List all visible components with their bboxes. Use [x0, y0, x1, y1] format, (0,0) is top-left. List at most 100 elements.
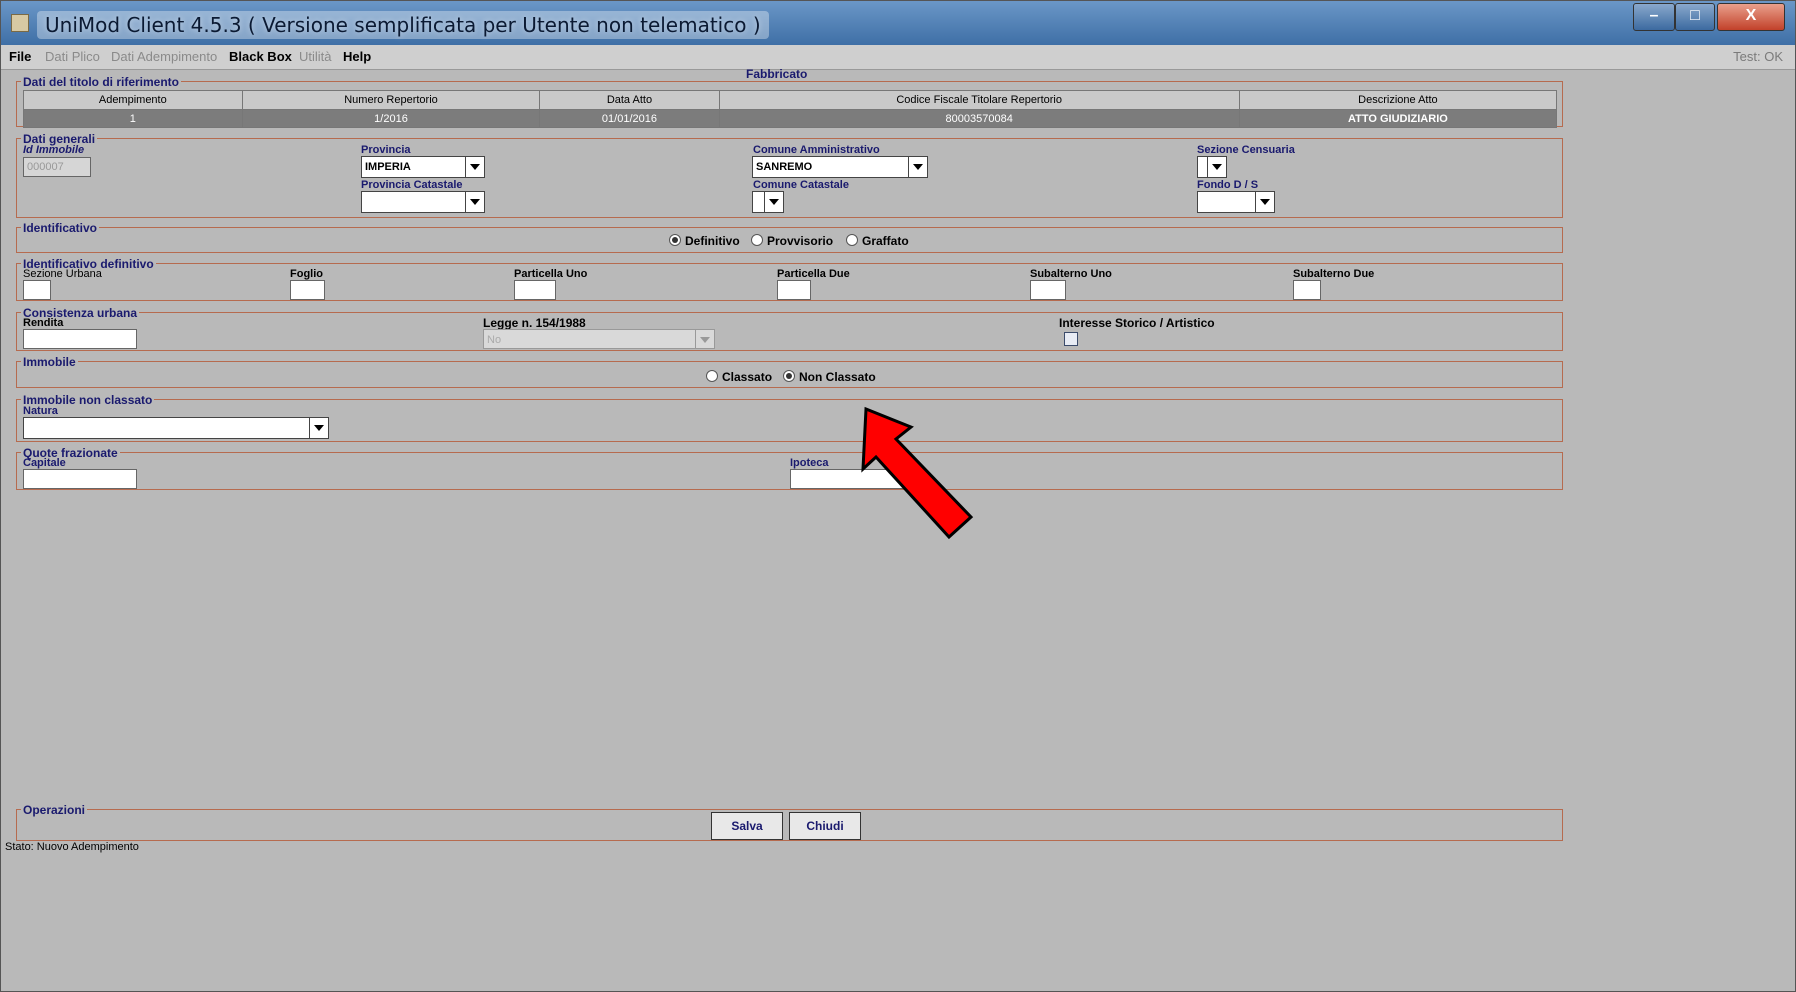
radio-provvisorio[interactable]: Provvisorio	[751, 234, 833, 248]
particella-uno-label: Particella Uno	[514, 268, 588, 280]
menu-dati-plico[interactable]: Dati Plico	[45, 49, 100, 64]
subalterno-due-field[interactable]	[1293, 280, 1321, 300]
comune-catastale-label: Comune Catastale	[753, 179, 849, 191]
foglio-label: Foglio	[290, 268, 323, 280]
chevron-down-icon[interactable]	[465, 157, 484, 177]
interesse-label: Interesse Storico / Artistico	[1059, 316, 1215, 330]
sezione-censuaria-label: Sezione Censuaria	[1197, 144, 1295, 156]
maximize-button[interactable]: □	[1675, 3, 1715, 31]
maximize-icon: □	[1690, 7, 1700, 24]
foglio-field[interactable]	[290, 280, 325, 300]
title-bar[interactable]: UniMod Client 4.5.3 ( Versione semplific…	[1, 1, 1795, 45]
radio-label: Provvisorio	[767, 234, 834, 248]
app-window: UniMod Client 4.5.3 ( Versione semplific…	[0, 0, 1796, 992]
close-icon: X	[1745, 7, 1757, 24]
subalterno-due-label: Subalterno Due	[1293, 268, 1375, 280]
subalterno-uno-label: Subalterno Uno	[1030, 268, 1112, 280]
radio-definitivo[interactable]: Definitivo	[669, 234, 740, 248]
status-bar: Stato: Nuovo Adempimento	[5, 841, 139, 853]
radio-icon	[783, 370, 795, 382]
rendita-field[interactable]	[23, 329, 137, 349]
provincia-catastale-select[interactable]	[361, 191, 485, 213]
legge-value: No	[487, 334, 502, 346]
table-header: Numero Repertorio	[241, 90, 541, 110]
minimize-icon: –	[1649, 7, 1659, 24]
table-header: Codice Fiscale Titolare Repertorio	[718, 90, 1240, 110]
table-cell[interactable]: 01/01/2016	[539, 109, 720, 128]
menu-bar: File Dati Plico Dati Adempimento Black B…	[1, 45, 1795, 70]
particella-due-label: Particella Due	[777, 268, 850, 280]
operazioni-title: Operazioni	[21, 803, 88, 817]
subalterno-uno-field[interactable]	[1030, 280, 1066, 300]
menu-help[interactable]: Help	[343, 49, 371, 64]
comune-amm-value: SANREMO	[756, 161, 813, 173]
radio-label: Classato	[722, 370, 773, 384]
interesse-checkbox[interactable]	[1064, 332, 1078, 346]
radio-label: Graffato	[862, 234, 909, 248]
menu-black-box[interactable]: Black Box	[229, 49, 292, 64]
chevron-down-icon[interactable]	[1207, 157, 1226, 177]
window-title: UniMod Client 4.5.3 ( Versione semplific…	[37, 11, 769, 39]
particella-due-field[interactable]	[777, 280, 811, 300]
table-row[interactable]: 1 1/2016 01/01/2016 80003570084 ATTO GIU…	[23, 109, 1558, 128]
natura-label: Natura	[23, 405, 58, 417]
capitale-field[interactable]	[23, 469, 137, 489]
radio-non-classato[interactable]: Non Classato	[783, 370, 876, 384]
provincia-catastale-label: Provincia Catastale	[361, 179, 463, 191]
menu-dati-adempimento[interactable]: Dati Adempimento	[111, 49, 217, 64]
radio-label: Non Classato	[799, 370, 876, 384]
provincia-label: Provincia	[361, 144, 411, 156]
sezione-urbana-field[interactable]	[23, 280, 51, 300]
titolo-section-title: Dati del titolo di riferimento	[21, 75, 182, 89]
legge-select[interactable]: No	[483, 329, 715, 349]
table-header: Descrizione Atto	[1238, 90, 1558, 110]
ipoteca-label: Ipoteca	[790, 457, 829, 469]
app-icon	[11, 14, 29, 32]
natura-select[interactable]	[23, 417, 329, 439]
chevron-down-icon[interactable]	[1255, 192, 1274, 212]
close-button[interactable]: X	[1717, 3, 1785, 31]
particella-uno-field[interactable]	[514, 280, 556, 300]
id-immobile-field[interactable]: 000007	[23, 157, 91, 177]
fondo-label: Fondo D / S	[1197, 179, 1259, 191]
immobile-title: Immobile	[21, 355, 78, 369]
chevron-down-icon[interactable]	[309, 418, 328, 438]
test-status: Test: OK	[1733, 49, 1783, 64]
menu-utilita[interactable]: Utilità	[299, 49, 332, 64]
sezione-urbana-label: Sezione Urbana	[23, 268, 102, 280]
comune-catastale-select[interactable]	[752, 191, 784, 213]
id-immobile-label: Id Immobile	[23, 144, 85, 156]
radio-icon	[751, 234, 763, 246]
sezione-censuaria-select[interactable]	[1197, 156, 1227, 178]
chevron-down-icon[interactable]	[764, 192, 783, 212]
identificativo-title: Identificativo	[21, 221, 100, 235]
radio-icon	[706, 370, 718, 382]
fondo-select[interactable]	[1197, 191, 1275, 213]
radio-label: Definitivo	[685, 234, 740, 248]
table-cell[interactable]: 1/2016	[241, 109, 541, 128]
table-cell[interactable]: 80003570084	[718, 109, 1240, 128]
radio-graffato[interactable]: Graffato	[846, 234, 909, 248]
table-cell[interactable]: ATTO GIUDIZIARIO	[1238, 109, 1558, 128]
titolo-table: Adempimento Numero Repertorio Data Atto …	[23, 90, 1558, 128]
annotation-arrow-shape	[861, 406, 974, 540]
provincia-select[interactable]: IMPERIA	[361, 156, 485, 178]
panel-title: Fabbricato	[746, 67, 808, 81]
radio-classato[interactable]: Classato	[706, 370, 772, 384]
rendita-label: Rendita	[23, 317, 64, 329]
radio-icon	[846, 234, 858, 246]
chevron-down-icon[interactable]	[695, 330, 714, 348]
comune-amm-select[interactable]: SANREMO	[752, 156, 928, 178]
table-header: Data Atto	[539, 90, 720, 110]
minimize-button[interactable]: –	[1633, 3, 1675, 31]
annotation-arrow-icon	[861, 406, 974, 540]
table-cell[interactable]: 1	[23, 109, 243, 128]
menu-file[interactable]: File	[9, 49, 31, 64]
chevron-down-icon[interactable]	[465, 192, 484, 212]
salva-button[interactable]: Salva	[711, 812, 783, 840]
legge-label: Legge n. 154/1988	[483, 316, 586, 330]
capitale-label: Capitale	[23, 457, 66, 469]
table-header: Adempimento	[23, 90, 243, 110]
chevron-down-icon[interactable]	[908, 157, 927, 177]
chiudi-button[interactable]: Chiudi	[789, 812, 861, 840]
